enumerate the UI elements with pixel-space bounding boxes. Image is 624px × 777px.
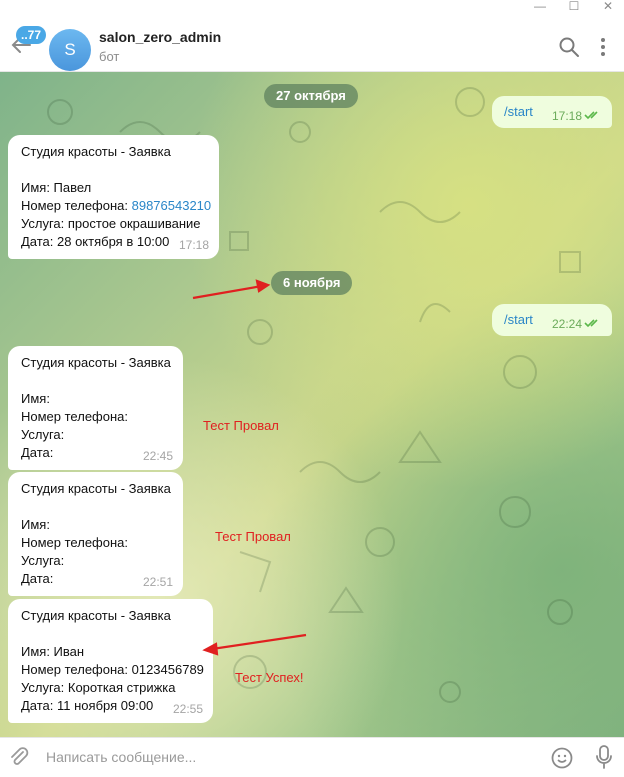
attach-icon[interactable]	[8, 746, 30, 768]
maximize-button[interactable]: ☐	[564, 0, 584, 14]
window-titlebar: — ☐ ✕	[0, 0, 624, 14]
message-service: Услуга: простое окрашивание	[21, 216, 201, 231]
message-time: 22:24	[551, 317, 582, 331]
outgoing-message[interactable]: /start 22:24	[492, 304, 612, 336]
more-vertical-icon[interactable]	[592, 36, 614, 58]
microphone-icon[interactable]	[594, 744, 614, 770]
read-checkmarks-icon	[584, 319, 598, 328]
message-phone: Номер телефона: 0123456789	[21, 662, 204, 677]
annotation-test-fail: Тест Провал	[215, 529, 291, 544]
message-text: /start	[504, 312, 533, 327]
message-title: Студия красоты - Заявка	[21, 144, 171, 159]
message-title: Студия красоты - Заявка	[21, 608, 171, 623]
phone-link[interactable]: 89876543210	[132, 198, 212, 213]
emoji-icon[interactable]	[550, 746, 574, 770]
incoming-message[interactable]: Студия красоты - Заявка Имя: Павел Номер…	[8, 135, 219, 259]
date-separator: 27 октября	[264, 84, 358, 108]
message-time: 17:18	[551, 109, 582, 123]
chat-header: ..77 S salon_zero_admin бот	[0, 14, 624, 72]
outgoing-message[interactable]: /start 17:18	[492, 96, 612, 128]
annotation-test-success: Тест Успех!	[235, 670, 304, 685]
avatar[interactable]: S	[49, 29, 91, 71]
message-time: 22:51	[142, 575, 173, 589]
message-name: Имя:	[21, 391, 50, 406]
read-checkmarks-icon	[584, 111, 598, 120]
message-list[interactable]: 27 октября /start 17:18 Студия красоты -…	[0, 72, 624, 737]
incoming-message[interactable]: Студия красоты - Заявка Имя: Иван Номер …	[8, 599, 213, 723]
message-time: 22:45	[142, 449, 173, 463]
message-time: 17:18	[178, 238, 209, 252]
message-name: Имя:	[21, 517, 50, 532]
message-name: Имя: Иван	[21, 644, 85, 659]
incoming-message[interactable]: Студия красоты - Заявка Имя: Номер телеф…	[8, 472, 183, 596]
message-composer	[0, 737, 624, 777]
message-input[interactable]	[46, 746, 516, 768]
message-service: Услуга:	[21, 427, 65, 442]
unread-badge: ..77	[16, 26, 47, 44]
message-title: Студия красоты - Заявка	[21, 355, 171, 370]
date-separator: 6 ноября	[271, 271, 353, 295]
close-window-button[interactable]: ✕	[598, 0, 618, 14]
chat-subtitle: бот	[99, 49, 120, 64]
message-title: Студия красоты - Заявка	[21, 481, 171, 496]
message-text: /start	[504, 104, 533, 119]
message-service: Услуга:	[21, 553, 65, 568]
message-phone: Номер телефона:	[21, 409, 128, 424]
message-phone: Номер телефона:	[21, 535, 128, 550]
minimize-button[interactable]: —	[530, 0, 550, 14]
message-name: Имя: Павел	[21, 180, 92, 195]
phone-label: Номер телефона:	[21, 198, 132, 213]
message-phone: Номер телефона: 89876543210	[21, 197, 212, 215]
search-icon[interactable]	[558, 36, 580, 58]
message-service: Услуга: Короткая стрижка	[21, 680, 176, 695]
incoming-message[interactable]: Студия красоты - Заявка Имя: Номер телеф…	[8, 346, 183, 470]
annotation-test-fail: Тест Провал	[203, 418, 279, 433]
message-time: 22:55	[172, 702, 203, 716]
chat-title[interactable]: salon_zero_admin	[99, 29, 221, 45]
